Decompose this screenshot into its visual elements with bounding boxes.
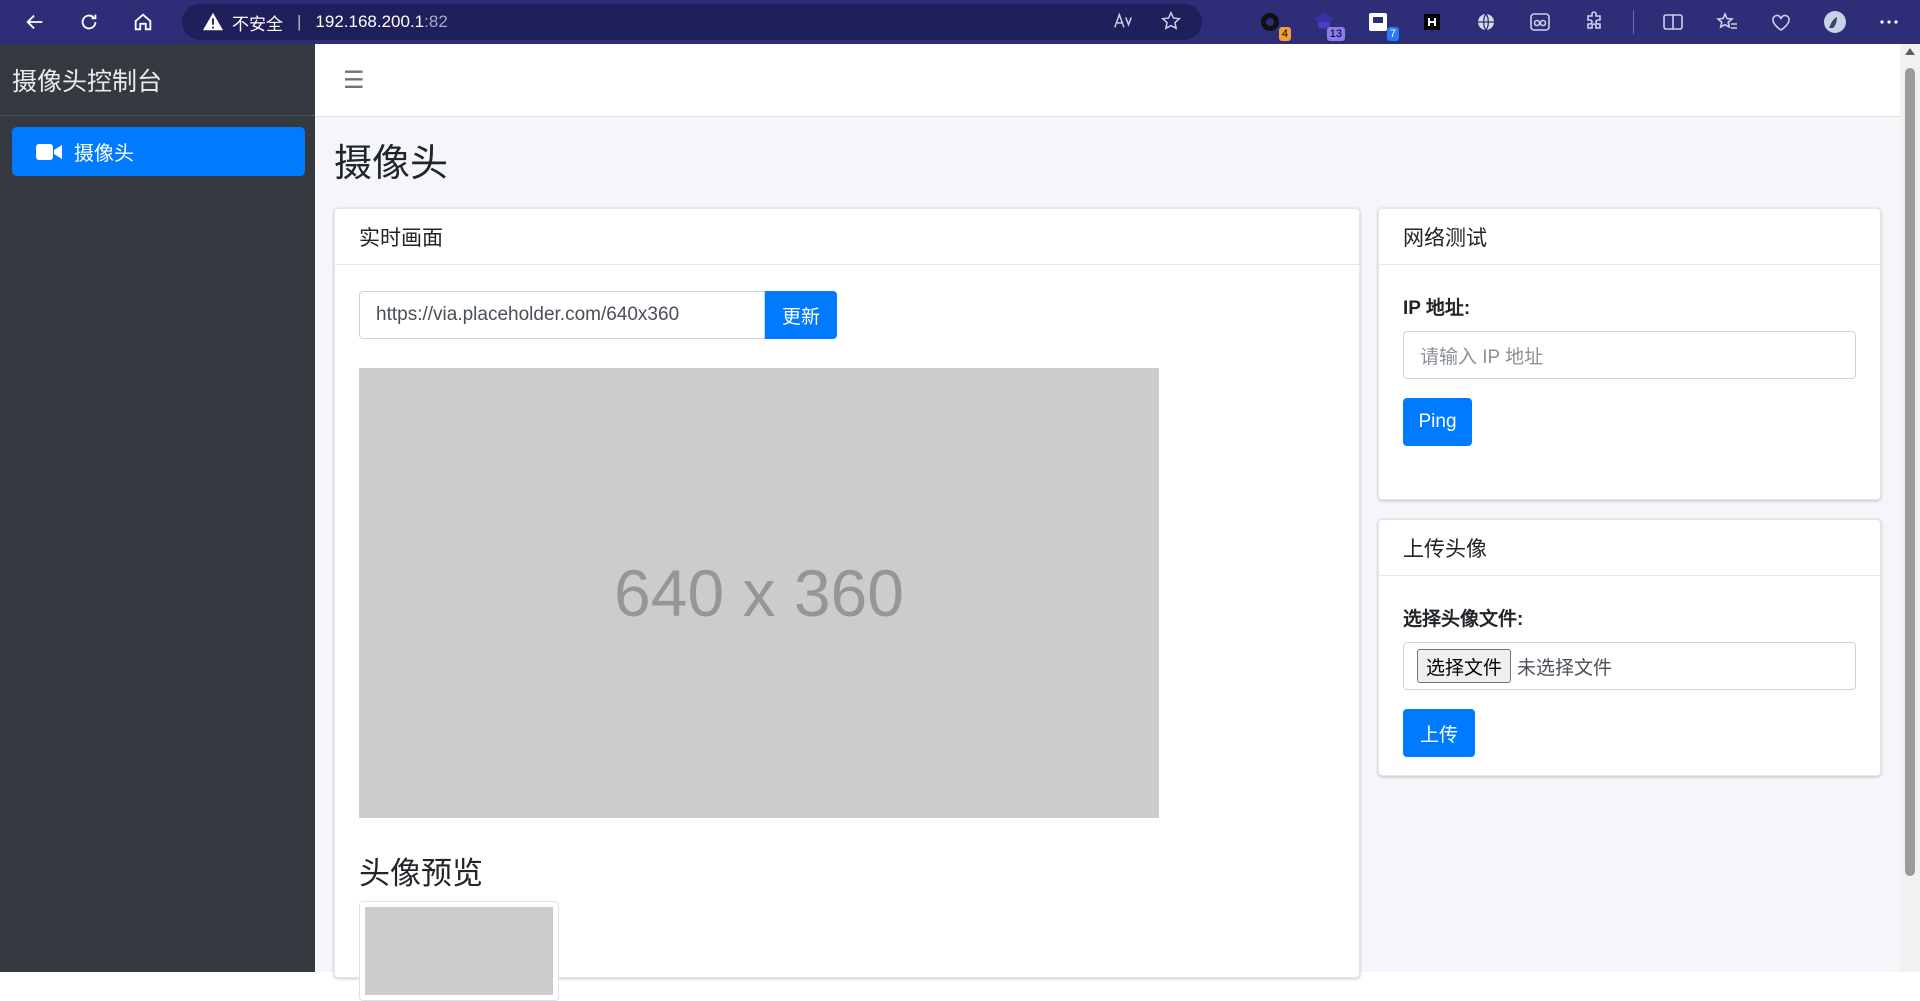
upload-button[interactable]: 上传 — [1403, 709, 1475, 757]
warning-icon — [202, 12, 224, 31]
avatar-placeholder — [365, 907, 553, 995]
extension-1-badge: 4 — [1278, 27, 1291, 41]
extension-2-badge: 13 — [1326, 27, 1345, 41]
extension-globe-icon[interactable] — [1471, 7, 1501, 37]
favorite-star-icon[interactable] — [1160, 10, 1182, 32]
extension-2-icon[interactable]: 13 — [1309, 7, 1345, 41]
browser-toolbar: 不安全 | 192.168.200.1:82 4 13 7 — [0, 0, 1920, 44]
address-bar[interactable]: 不安全 | 192.168.200.1:82 — [182, 4, 1202, 40]
extension-3-icon[interactable]: 7 — [1363, 7, 1399, 41]
sidebar-item-label: 摄像头 — [74, 143, 134, 165]
avatar-preview-title: 头像预览 — [359, 856, 483, 891]
top-navbar: ☰ — [315, 44, 1900, 117]
split-screen-icon[interactable] — [1658, 7, 1688, 37]
live-stream-image: 640 x 360 — [359, 368, 1159, 818]
avatar-file-label: 选择头像文件: — [1403, 609, 1524, 630]
ip-address-label: IP 地址: — [1403, 298, 1471, 319]
extension-3-badge: 7 — [1386, 27, 1399, 41]
favorites-icon[interactable] — [1712, 7, 1742, 37]
home-icon[interactable] — [128, 7, 158, 37]
scroll-thumb[interactable] — [1905, 68, 1915, 876]
extension-1-icon[interactable]: 4 — [1255, 7, 1291, 41]
video-camera-icon — [36, 143, 62, 160]
page-scrollbar[interactable] — [1900, 44, 1920, 972]
url-host: 192.168.200.1 — [315, 12, 425, 31]
address-separator: | — [297, 12, 302, 31]
extension-h-icon[interactable] — [1417, 7, 1447, 37]
choose-file-button[interactable]: 选择文件 — [1417, 649, 1512, 683]
no-file-chosen-text: 未选择文件 — [1517, 657, 1613, 679]
refresh-button[interactable]: 更新 — [765, 291, 837, 339]
toolbar-divider — [1633, 10, 1634, 34]
network-test-card: 网络测试 IP 地址: 请输入 IP 地址 Ping — [1378, 208, 1881, 500]
url-port: :82 — [424, 12, 448, 31]
network-test-card-title: 网络测试 — [1379, 209, 1880, 265]
avatar-file-input[interactable]: 选择文件 未选择文件 — [1403, 642, 1856, 690]
page-title: 摄像头 — [334, 143, 449, 185]
stream-url-input[interactable]: https://via.placeholder.com/640x360 — [359, 291, 765, 339]
upload-avatar-card: 上传头像 选择头像文件: 选择文件 未选择文件 上传 — [1378, 519, 1881, 776]
brand-title[interactable]: 摄像头控制台 — [0, 44, 315, 116]
profile-avatar[interactable] — [1820, 7, 1850, 37]
sidebar-item-camera[interactable]: 摄像头 — [12, 127, 305, 176]
browser-essentials-icon[interactable] — [1766, 7, 1796, 37]
hamburger-menu-icon[interactable]: ☰ — [343, 66, 365, 95]
upload-avatar-card-title: 上传头像 — [1379, 520, 1880, 576]
live-view-card-title: 实时画面 — [335, 209, 1359, 265]
refresh-icon[interactable] — [74, 7, 104, 37]
sidebar: 摄像头控制台 摄像头 — [0, 44, 315, 972]
back-icon[interactable] — [20, 7, 50, 37]
ip-address-input[interactable]: 请输入 IP 地址 — [1403, 331, 1856, 379]
main-content: ☰ 摄像头 实时画面 https://via.placeholder.com/6… — [315, 44, 1900, 1001]
scroll-up-arrow-icon[interactable] — [1905, 48, 1915, 55]
extension-glasses-icon[interactable] — [1525, 7, 1555, 37]
placeholder-image-text: 640 x 360 — [614, 556, 904, 630]
more-menu-icon[interactable] — [1874, 7, 1904, 37]
extensions-puzzle-icon[interactable] — [1579, 7, 1609, 37]
read-aloud-icon[interactable] — [1112, 10, 1134, 32]
insecure-label: 不安全 — [232, 14, 283, 34]
live-view-card: 实时画面 https://via.placeholder.com/640x360… — [334, 208, 1360, 1001]
avatar-preview-image — [359, 901, 559, 1001]
ping-button[interactable]: Ping — [1403, 398, 1472, 446]
extension-tray: 4 13 7 — [1255, 7, 1904, 41]
